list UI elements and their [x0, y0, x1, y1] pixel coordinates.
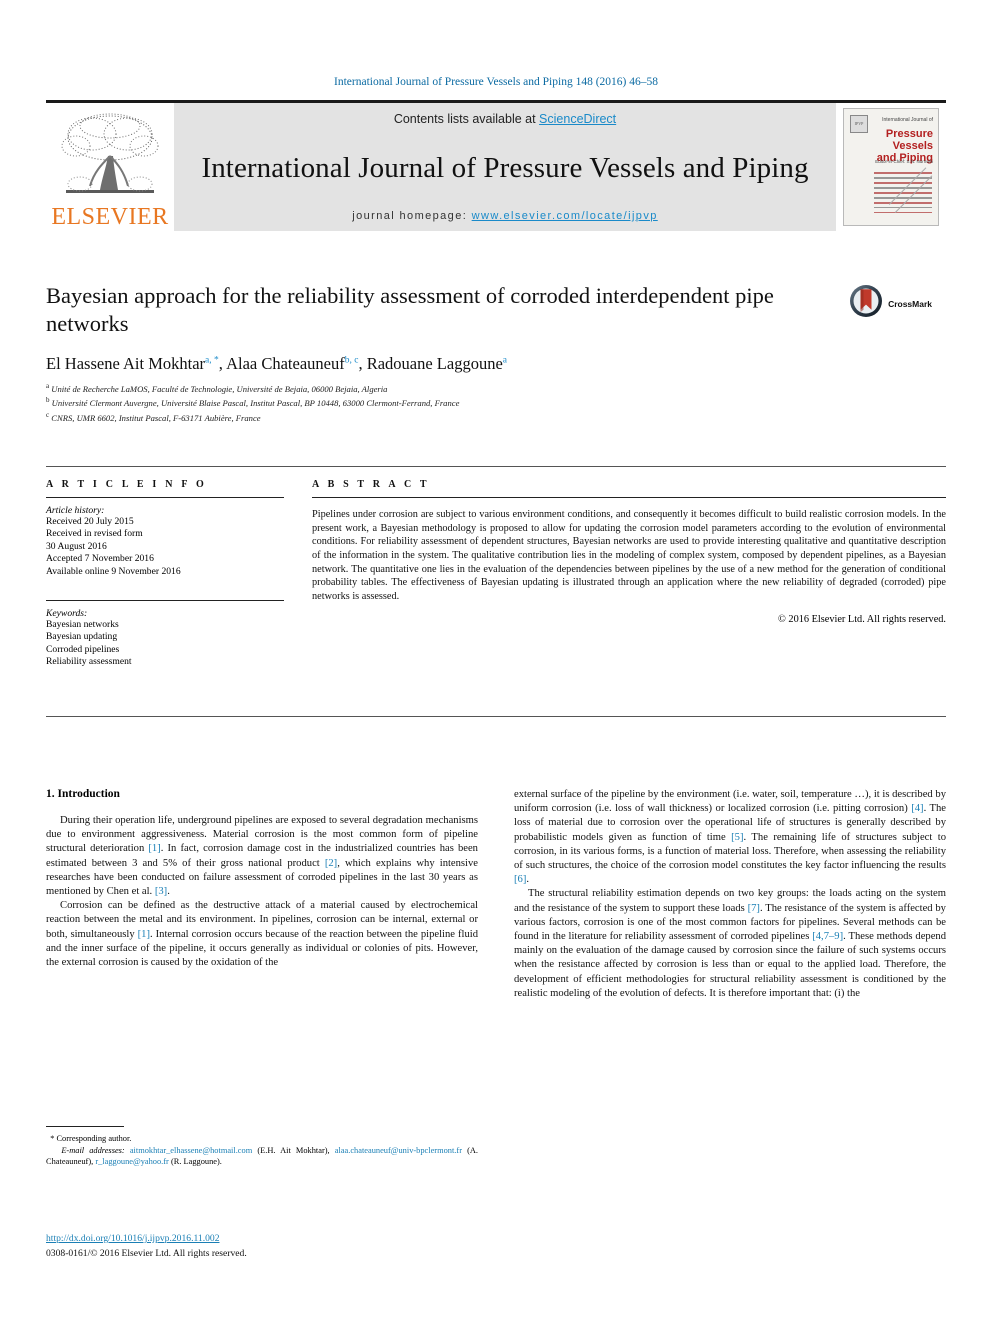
- author-name: Alaa Chateauneuf: [226, 354, 345, 373]
- keyword-item: Corroded pipelines: [46, 643, 120, 655]
- affiliation-item: b Université Clermont Auvergne, Universi…: [46, 395, 946, 409]
- affiliation-item: c CNRS, UMR 6602, Institut Pascal, F-631…: [46, 410, 946, 424]
- crossmark-icon: [849, 284, 883, 323]
- info-abstract-block: A R T I C L E I N F O Article history: R…: [46, 466, 946, 669]
- cover-kicker: International Journal of: [882, 117, 933, 123]
- page-title: Bayesian approach for the reliability as…: [46, 283, 774, 336]
- sciencedirect-link[interactable]: ScienceDirect: [539, 112, 616, 126]
- affiliation-text: CNRS, UMR 6602, Institut Pascal, F-63171…: [51, 412, 261, 423]
- citation-ref[interactable]: [5]: [731, 832, 743, 843]
- citation-ref[interactable]: [3]: [155, 886, 167, 897]
- corresponding-author-text: * Corresponding author.: [50, 1134, 132, 1143]
- keywords-divider: [46, 600, 284, 602]
- citation-ref[interactable]: [1]: [148, 843, 160, 854]
- author-name: Radouane Laggoune: [366, 354, 503, 373]
- article-info-column: A R T I C L E I N F O Article history: R…: [46, 479, 284, 669]
- masthead-center: Contents lists available at ScienceDirec…: [174, 103, 836, 231]
- cover-title-line1: Pressure Vessels: [885, 128, 933, 152]
- email-owner-3: (R. Laggoune).: [170, 1157, 222, 1167]
- contents-prefix: Contents lists available at: [393, 112, 540, 126]
- elsevier-tree-icon: [58, 112, 162, 204]
- paragraph: Corrosion can be defined as the destruct…: [46, 900, 479, 969]
- keywords-label: Keywords:: [46, 608, 88, 620]
- article-history-item: 30 August 2016: [46, 540, 107, 552]
- footnote-rule: [46, 1126, 124, 1127]
- homepage-prefix: journal homepage:: [352, 210, 472, 222]
- contents-available-line: Contents lists available at ScienceDirec…: [394, 112, 616, 126]
- article-info-heading: A R T I C L E I N F O: [46, 479, 207, 490]
- article-history-label: Article history:: [46, 505, 105, 516]
- abstract-column: A B S T R A C T Pipelines under corrosio…: [284, 479, 946, 669]
- affiliation-item: a Unité de Recherche LaMOS, Faculté de T…: [46, 381, 946, 395]
- journal-homepage-link[interactable]: www.elsevier.com/locate/ijpvp: [472, 210, 658, 222]
- paragraph: The structural reliability estimation de…: [514, 888, 947, 999]
- body-column-left: 1. Introduction During their operation l…: [46, 788, 478, 1001]
- section-title-introduction: 1. Introduction: [46, 788, 120, 800]
- footnote-block: * Corresponding author. E-mail addresses…: [46, 1126, 478, 1168]
- journal-title: International Journal of Pressure Vessel…: [201, 151, 809, 184]
- citation-ref[interactable]: [7]: [748, 903, 760, 914]
- running-head: International Journal of Pressure Vessel…: [334, 76, 658, 88]
- corresponding-author-note: * Corresponding author. E-mail addresses…: [46, 1133, 478, 1168]
- cover-editors: Editor-in-Chief: S.N. Nurnwhi: [875, 159, 933, 164]
- crossmark-badge[interactable]: CrossMark: [849, 284, 932, 323]
- paragraph: external surface of the pipeline by the …: [514, 789, 946, 886]
- keyword-item: Reliability assessment: [46, 656, 132, 668]
- author-affiliation-marks: a: [502, 355, 507, 366]
- title-block: Bayesian approach for the reliability as…: [46, 282, 946, 424]
- citation-ref[interactable]: [6]: [514, 874, 526, 885]
- journal-masthead: ELSEVIER Contents lists available at Sci…: [46, 100, 946, 231]
- citation-ref[interactable]: [4,7–9]: [812, 931, 843, 942]
- keyword-item: Bayesian networks: [46, 619, 119, 631]
- journal-cover-thumbnail: IPVP International Journal of Pressure V…: [843, 108, 939, 226]
- email-owner-1: (E.H. Ait Mokhtar),: [257, 1145, 330, 1155]
- author-list: El Hassene Ait Mokhtara, *, Alaa Chateau…: [46, 354, 507, 373]
- article-info-divider: [46, 497, 284, 498]
- body-column-right: external surface of the pipeline by the …: [514, 788, 946, 1001]
- abstract-heading: A B S T R A C T: [312, 479, 430, 490]
- email-link-1[interactable]: aitmokhtar_elhassene@hotmail.com: [130, 1146, 252, 1155]
- author-name: El Hassene Ait Mokhtar: [46, 354, 206, 373]
- doi-link[interactable]: http://dx.doi.org/10.1016/j.ijpvp.2016.1…: [46, 1233, 220, 1244]
- elsevier-logo: ELSEVIER: [46, 103, 174, 231]
- email-link-3[interactable]: r_laggoune@yahoo.fr: [95, 1157, 169, 1166]
- body-content: 1. Introduction During their operation l…: [46, 788, 946, 1001]
- crossmark-label: CrossMark: [888, 298, 932, 309]
- article-history-item: Received 20 July 2015: [46, 516, 134, 527]
- elsevier-wordmark: ELSEVIER: [51, 204, 169, 230]
- abstract-copyright: © 2016 Elsevier Ltd. All rights reserved…: [778, 614, 946, 626]
- issn-copyright: 0308-0161/© 2016 Elsevier Ltd. All right…: [46, 1248, 247, 1259]
- affiliation-text: Unité de Recherche LaMOS, Faculté de Tec…: [51, 383, 388, 394]
- author-affiliation-marks: b, c: [344, 355, 359, 366]
- article-history-item: Available online 9 November 2016: [46, 565, 181, 577]
- info-bottom-rule: [46, 716, 946, 717]
- affiliation-mark: c: [46, 410, 50, 419]
- info-top-rule: [46, 466, 946, 467]
- article-history-item: Accepted 7 November 2016: [46, 553, 154, 565]
- doi-block: http://dx.doi.org/10.1016/j.ijpvp.2016.1…: [46, 1228, 516, 1259]
- citation-ref[interactable]: [4]: [911, 803, 923, 814]
- abstract-divider: [312, 497, 946, 498]
- article-history-item: Received in revised form: [46, 528, 143, 540]
- citation-ref[interactable]: [1]: [138, 929, 150, 940]
- author-affiliation-marks: a, *: [205, 355, 219, 366]
- keyword-item: Bayesian updating: [46, 631, 118, 643]
- citation-ref[interactable]: [2]: [325, 858, 337, 869]
- email-addresses-label: E-mail addresses:: [61, 1145, 125, 1155]
- affiliation-list: a Unité de Recherche LaMOS, Faculté de T…: [46, 381, 946, 424]
- article-page: International Journal of Pressure Vessel…: [0, 0, 992, 1323]
- abstract-text: Pipelines under corrosion are subject to…: [312, 509, 946, 602]
- affiliation-mark: a: [46, 382, 50, 390]
- journal-homepage-line: journal homepage: www.elsevier.com/locat…: [352, 210, 658, 222]
- affiliation-text: Université Clermont Auvergne, Université…: [51, 398, 460, 409]
- paragraph: During their operation life, underground…: [46, 815, 478, 898]
- affiliation-mark: b: [46, 396, 50, 405]
- journal-cover-block: IPVP International Journal of Pressure V…: [836, 103, 946, 231]
- email-link-2[interactable]: alaa.chateauneuf@univ-bpclermont.fr: [335, 1146, 462, 1155]
